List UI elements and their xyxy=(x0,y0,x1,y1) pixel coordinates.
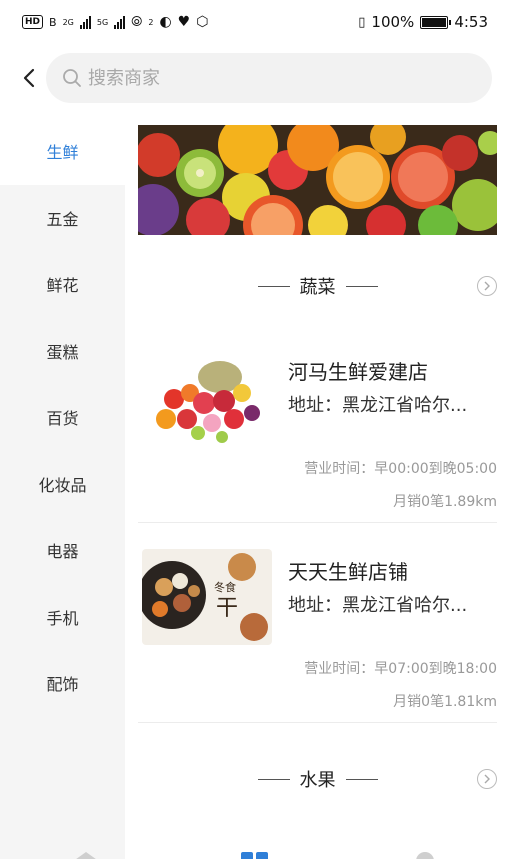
battery-icon xyxy=(420,15,452,29)
net1-label: 2G xyxy=(62,17,74,27)
status-left: HD B 2G 5G ⦾ 2 ◐ ♥ ⬡ xyxy=(22,14,208,30)
section-title: 水果 xyxy=(299,770,336,791)
hotspot-count: 2 xyxy=(148,17,154,27)
fruit-banner[interactable] xyxy=(138,125,497,235)
shop-thumbnail: 冬食 干 xyxy=(142,549,272,645)
sidebar-item-label: 生鲜 xyxy=(46,143,79,163)
fruit-banner-image xyxy=(138,125,497,235)
title-divider xyxy=(257,778,290,780)
shop-card[interactable]: 冬食 干 天天生鲜店铺 地址：黑龙江省哈尔... 营业时间：早07:00到晚18… xyxy=(138,533,497,723)
shop-name: 河马生鲜爱建店 xyxy=(288,360,428,384)
shop-address: 地址：黑龙江省哈尔... xyxy=(288,595,468,616)
sidebar-item-cake[interactable]: 蛋糕 xyxy=(0,318,125,385)
title-divider xyxy=(257,285,290,287)
shop-hours: 营业时间：早00:00到晚05:00 xyxy=(304,461,497,477)
svg-text:干: 干 xyxy=(216,596,238,621)
user-icon[interactable] xyxy=(414,850,436,859)
shop-sales-distance: 月销0笔1.89km xyxy=(393,494,497,510)
battery-percent: 100% xyxy=(371,13,415,31)
sidebar-item-label: 手机 xyxy=(46,608,79,628)
hd-badge: HD xyxy=(22,15,44,29)
title-divider xyxy=(345,778,378,780)
category-icon[interactable] xyxy=(240,850,270,859)
vibrate-icon: ▯ xyxy=(358,14,366,30)
hotspot-icon: ⦾ xyxy=(131,14,143,30)
chevron-left-icon xyxy=(23,68,35,88)
shop-name: 天天生鲜店铺 xyxy=(288,560,408,584)
sidebar-item-label: 五金 xyxy=(46,209,79,229)
title-divider xyxy=(345,285,378,287)
sidebar-item-accessories[interactable]: 配饰 xyxy=(0,650,125,717)
sidebar-item-label: 电器 xyxy=(46,542,79,562)
signal-icon xyxy=(114,15,126,29)
dried-food-image: 冬食 干 xyxy=(142,549,272,645)
sidebar-item-label: 蛋糕 xyxy=(46,342,79,362)
status-bar: HD B 2G 5G ⦾ 2 ◐ ♥ ⬡ ▯ 100% 4:53 xyxy=(0,0,510,44)
divider xyxy=(138,522,497,523)
signal-icon xyxy=(79,15,91,29)
shop-hours: 营业时间：早07:00到晚18:00 xyxy=(304,661,497,677)
clock: 4:53 xyxy=(454,13,488,31)
more-button[interactable] xyxy=(477,276,497,296)
more-button[interactable] xyxy=(477,769,497,789)
shop-address: 地址：黑龙江省哈尔... xyxy=(288,395,468,416)
chevron-right-icon xyxy=(484,774,490,784)
search-icon xyxy=(63,69,81,87)
section-header-fruits: 水果 xyxy=(138,764,497,794)
shield-icon: ⬡ xyxy=(196,14,209,30)
section-title: 蔬菜 xyxy=(299,277,336,298)
shop-thumbnail xyxy=(142,349,272,445)
sidebar-item-flowers[interactable]: 鲜花 xyxy=(0,251,125,318)
app-notification-icon: ◐ xyxy=(159,14,172,30)
sidebar-item-label: 百货 xyxy=(46,409,79,429)
home-icon[interactable] xyxy=(70,850,102,859)
search-input[interactable] xyxy=(88,67,448,89)
sidebar-item-phones[interactable]: 手机 xyxy=(0,584,125,651)
sidebar-item-label: 配饰 xyxy=(46,675,79,695)
shop-sales-distance: 月销0笔1.81km xyxy=(393,694,497,710)
sidebar-item-label: 鲜花 xyxy=(46,276,79,296)
sidebar-item-fresh[interactable]: 生鲜 xyxy=(0,118,125,185)
search-header xyxy=(0,48,510,108)
category-sidebar: 生鲜 五金 鲜花 蛋糕 百货 化妆品 电器 手机 配饰 xyxy=(0,118,125,859)
status-right: ▯ 100% 4:53 xyxy=(358,13,488,31)
sidebar-item-cosmetics[interactable]: 化妆品 xyxy=(0,451,125,518)
net2-label: 5G xyxy=(96,17,109,27)
sidebar-item-label: 化妆品 xyxy=(38,475,87,495)
shop-card[interactable]: 河马生鲜爱建店 地址：黑龙江省哈尔... 营业时间：早00:00到晚05:00 … xyxy=(138,333,497,523)
sim-label: B xyxy=(49,15,57,29)
sidebar-item-hardware[interactable]: 五金 xyxy=(0,185,125,252)
sidebar-item-general-goods[interactable]: 百货 xyxy=(0,384,125,451)
bottom-tab-bar xyxy=(0,842,510,859)
divider xyxy=(138,722,497,723)
sidebar-item-appliances[interactable]: 电器 xyxy=(0,517,125,584)
search-box[interactable] xyxy=(46,53,492,103)
battery-level xyxy=(422,17,447,27)
section-header-vegetables: 蔬菜 xyxy=(138,271,497,301)
health-icon: ♥ xyxy=(177,14,191,30)
main-content: 蔬菜 河马生鲜爱建店 地址：黑龙江省哈尔... 营业时间：早00:00到晚05:… xyxy=(125,118,510,859)
chevron-right-icon xyxy=(484,281,490,291)
svg-text:冬食: 冬食 xyxy=(214,580,236,594)
fruit-basket-image xyxy=(142,349,272,445)
